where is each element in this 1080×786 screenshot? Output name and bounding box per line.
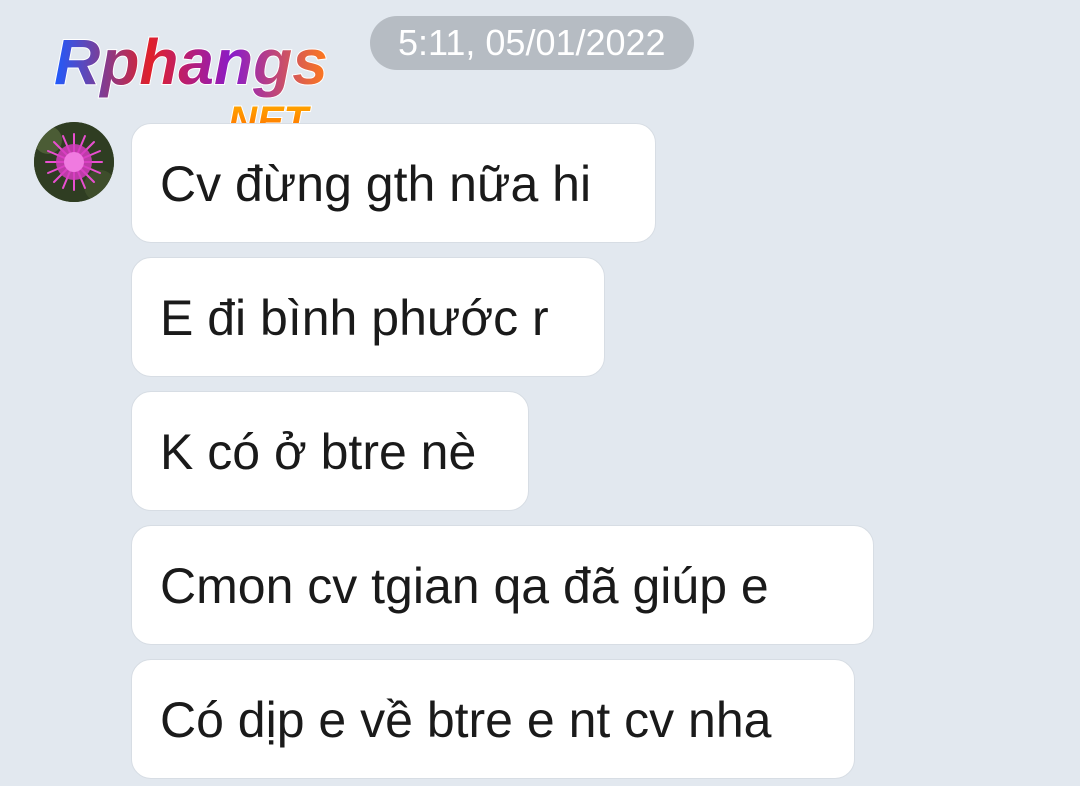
message-bubble[interactable]: Có dịp e về btre e nt cv nha	[131, 659, 855, 779]
message-bubble[interactable]: K có ở btre nè	[131, 391, 529, 511]
message-bubble[interactable]: Cmon cv tgian qa đã giúp e	[131, 525, 874, 645]
chat-thread[interactable]: 5:11, 05/01/2022 Rphangs .NET Cv đừng gt…	[0, 0, 1080, 786]
watermark-main-text: Rphangs	[54, 26, 328, 98]
timestamp-pill: 5:11, 05/01/2022	[370, 16, 694, 70]
sender-avatar[interactable]	[34, 122, 114, 202]
pink-flower-avatar-icon	[34, 122, 114, 202]
message-bubble[interactable]: Cv đừng gth nữa hi	[131, 123, 656, 243]
message-bubble[interactable]: E đi bình phước r	[131, 257, 605, 377]
